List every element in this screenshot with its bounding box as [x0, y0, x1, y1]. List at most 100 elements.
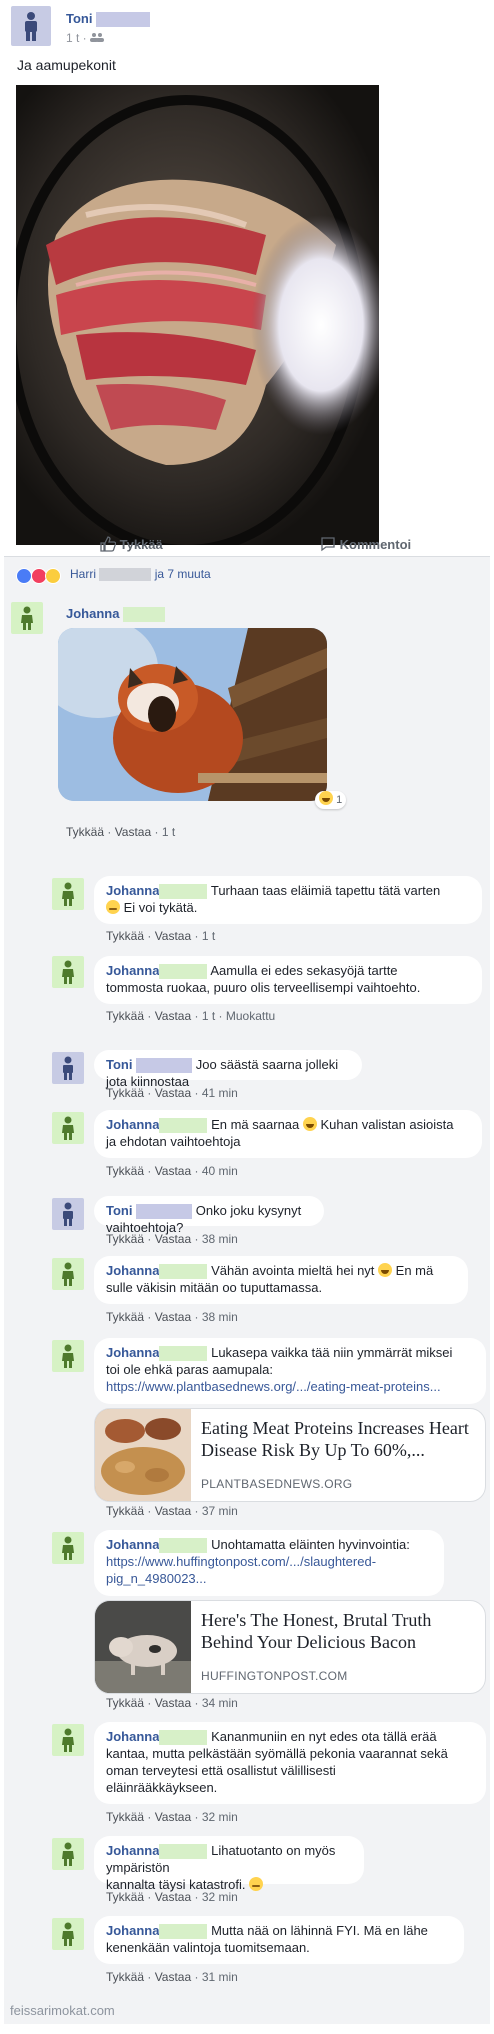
like-comment-link[interactable]: Tykkää [106, 1890, 144, 1904]
reply-link[interactable]: Vastaa [155, 1696, 191, 1710]
avatar[interactable] [52, 1532, 84, 1564]
comment-link[interactable]: https://www.plantbasednews.org/.../eatin… [106, 1378, 474, 1395]
like-comment-link[interactable]: Tykkää [106, 1009, 144, 1023]
comment-actions: Tykkää · Vastaa · 31 min [106, 1970, 238, 1984]
link-preview-card[interactable]: Here's The Honest, Brutal Truth Behind Y… [94, 1600, 486, 1694]
avatar[interactable] [52, 1340, 84, 1372]
reaction-names[interactable]: Harri ja 7 muuta [70, 567, 211, 582]
comment-author[interactable]: Johanna [106, 1729, 159, 1744]
beans-image [95, 1409, 191, 1501]
like-comment-link[interactable]: Tykkää [106, 1086, 144, 1100]
comment-link[interactable]: pig_n_4980023... [106, 1570, 432, 1587]
like-comment-link[interactable]: Tykkää [106, 1164, 144, 1178]
reply-link[interactable]: Vastaa [155, 1086, 191, 1100]
avatar[interactable] [11, 602, 43, 634]
reply-link[interactable]: Vastaa [155, 1890, 191, 1904]
comment-author[interactable]: Johanna [106, 1843, 159, 1858]
comment-time[interactable]: 1 t [202, 1009, 215, 1023]
comment-action[interactable]: Kommentoi [320, 536, 460, 554]
comment-actions: Tykkää · Vastaa · 32 min [106, 1810, 238, 1824]
like-comment-link[interactable]: Tykkää [106, 1504, 144, 1518]
comment-author[interactable]: Johanna [106, 1923, 159, 1938]
like-comment-link[interactable]: Tykkää [106, 1696, 144, 1710]
comment-author[interactable]: Johanna [106, 1263, 159, 1278]
reply-link[interactable]: Vastaa [155, 1310, 191, 1324]
redaction [159, 884, 208, 900]
comment-actions: Tykkää · Vastaa · 34 min [106, 1696, 238, 1710]
avatar[interactable] [52, 1198, 84, 1230]
reactions-row[interactable]: Harri ja 7 muuta [4, 556, 490, 593]
post-time[interactable]: 1 t · [66, 31, 87, 45]
comment-author[interactable]: Toni [106, 1203, 132, 1218]
reply-link[interactable]: Vastaa [115, 825, 151, 839]
person-icon [62, 1262, 74, 1286]
preview-thumbnail [95, 1601, 191, 1693]
comment-text: eläinrääkkäykseen. [106, 1780, 218, 1796]
comment-bubble: Johanna Aamulla ei edes sekasyöjä tartte… [94, 956, 482, 1004]
comment-author[interactable]: Johanna [106, 1117, 159, 1132]
comment-time[interactable]: 34 min [202, 1696, 238, 1710]
reply-link[interactable]: Vastaa [155, 1232, 191, 1246]
comment-text: En mä saarnaa [211, 1117, 300, 1132]
comment-author[interactable]: Johanna [106, 883, 159, 898]
avatar[interactable] [52, 1052, 84, 1084]
comment-time[interactable]: 37 min [202, 1504, 238, 1518]
avatar[interactable] [52, 956, 84, 988]
comment-reaction-badge[interactable]: 1 [315, 791, 347, 809]
comment-bubble: Johanna Lukasepa vaikka tää niin ymmärrä… [94, 1338, 486, 1404]
avatar[interactable] [11, 6, 51, 46]
link-preview-card[interactable]: Eating Meat Proteins Increases Heart Dis… [94, 1408, 486, 1502]
sad-emoji-icon [106, 900, 120, 915]
redaction [159, 1730, 208, 1746]
reaction-icons [16, 567, 62, 584]
reply-link[interactable]: Vastaa [155, 1009, 191, 1023]
comment-time[interactable]: 32 min [202, 1810, 238, 1824]
reply-link[interactable]: Vastaa [155, 1970, 191, 1984]
avatar[interactable] [52, 1838, 84, 1870]
comment-link[interactable]: https://www.huffingtonpost.com/.../slaug… [106, 1553, 432, 1570]
like-comment-link[interactable]: Tykkää [106, 1810, 144, 1824]
person-icon [62, 1842, 74, 1866]
comment-icon [321, 537, 335, 552]
comment-photo[interactable] [58, 628, 327, 801]
comment-author[interactable]: Johanna [106, 1537, 159, 1552]
reply-link[interactable]: Vastaa [155, 929, 191, 943]
comment-author[interactable]: Johanna [106, 963, 159, 978]
comment-time[interactable]: 38 min [202, 1232, 238, 1246]
reply-link[interactable]: Vastaa [155, 1504, 191, 1518]
comment-time[interactable]: 40 min [202, 1164, 238, 1178]
edited-label[interactable]: Muokattu [226, 1009, 275, 1023]
avatar[interactable] [52, 1918, 84, 1950]
comment-time[interactable]: 38 min [202, 1310, 238, 1324]
like-comment-link[interactable]: Tykkää [106, 929, 144, 943]
reply-link[interactable]: Vastaa [155, 1164, 191, 1178]
like-action[interactable]: Tykkää [100, 536, 200, 554]
comment-bubble: Johanna Vähän avointa mieltä hei nyt En … [94, 1256, 468, 1304]
like-comment-link[interactable]: Tykkää [106, 1310, 144, 1324]
like-comment-link[interactable]: Tykkää [106, 1970, 144, 1984]
like-comment-link[interactable]: Tykkää [106, 1232, 144, 1246]
comment-author[interactable]: Toni [106, 1057, 132, 1072]
post-photo[interactable] [16, 85, 379, 545]
comment-text: Aamulla ei edes sekasyöjä tartte [210, 963, 398, 978]
post-card: Toni 1 t · Ja aamupekonit Tykkää Komment… [0, 0, 494, 556]
comment-text: Turhaan taas eläimiä tapettu tätä varten [210, 883, 441, 898]
person-icon [62, 1536, 74, 1560]
comment-time[interactable]: 31 min [202, 1970, 238, 1984]
comment-time[interactable]: 1 t [202, 929, 215, 943]
like-comment-link[interactable]: Tykkää [66, 825, 104, 839]
avatar[interactable] [52, 1258, 84, 1290]
person-icon [63, 1056, 73, 1080]
avatar[interactable] [52, 1724, 84, 1756]
comment-time[interactable]: 32 min [202, 1890, 238, 1904]
avatar[interactable] [52, 1112, 84, 1144]
comment-text: En mä [395, 1263, 434, 1278]
avatar[interactable] [52, 878, 84, 910]
comment-time[interactable]: 1 t [162, 825, 175, 839]
reply-link[interactable]: Vastaa [155, 1810, 191, 1824]
post-author[interactable]: Toni [66, 11, 92, 26]
comment-author[interactable]: Johanna [66, 606, 119, 621]
comment-time[interactable]: 41 min [202, 1086, 238, 1100]
reaction-count: 1 [336, 794, 343, 806]
comment-author[interactable]: Johanna [106, 1345, 159, 1360]
